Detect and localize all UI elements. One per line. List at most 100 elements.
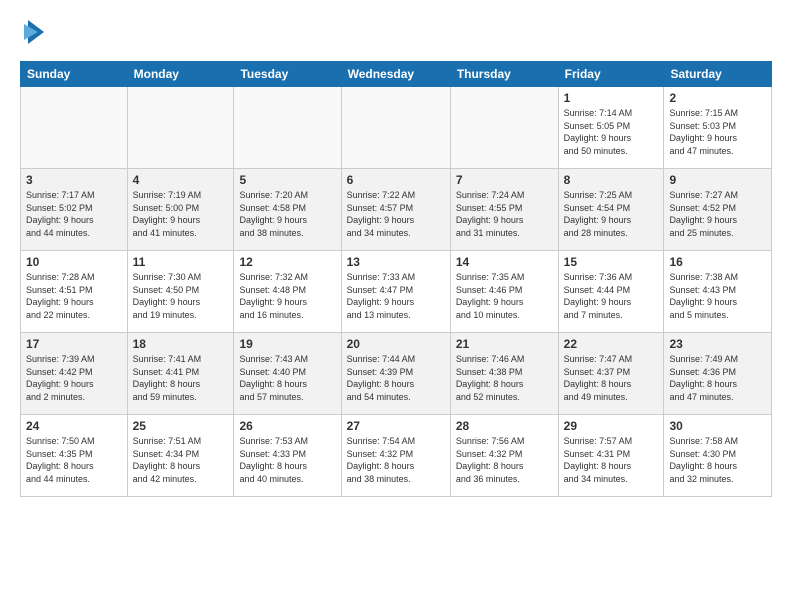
day-info: Sunrise: 7:27 AM Sunset: 4:52 PM Dayligh… [669,189,766,239]
calendar-day-cell: 16 Sunrise: 7:38 AM Sunset: 4:43 PM Dayli… [664,251,772,333]
day-number: 1 [564,91,659,105]
day-number: 4 [133,173,229,187]
calendar-day-cell: 25Sunrise: 7:51 AM Sunset: 4:34 PM Dayli… [127,415,234,497]
calendar-header-row: SundayMondayTuesdayWednesdayThursdayFrid… [21,62,772,87]
day-number: 26 [239,419,335,433]
day-info: Sunrise: 7:44 AM Sunset: 4:39 PM Dayligh… [347,353,445,403]
day-number: 7 [456,173,553,187]
day-info: Sunrise: 7:53 AM Sunset: 4:33 PM Dayligh… [239,435,335,485]
day-info: Sunrise: 7:57 AM Sunset: 4:31 PM Dayligh… [564,435,659,485]
day-info: Sunrise: 7:49 AM Sunset: 4:36 PM Dayligh… [669,353,766,403]
header [20,16,772,51]
day-number: 16 [669,255,766,269]
day-info: Sunrise: 7:30 AM Sunset: 4:50 PM Dayligh… [133,271,229,321]
calendar-week-row: 1 Sunrise: 7:14 AM Sunset: 5:05 PM Daylig… [21,87,772,169]
calendar-day-cell: 9 Sunrise: 7:27 AM Sunset: 4:52 PM Daylig… [664,169,772,251]
day-info: Sunrise: 7:19 AM Sunset: 5:00 PM Dayligh… [133,189,229,239]
day-info: Sunrise: 7:39 AM Sunset: 4:42 PM Dayligh… [26,353,122,403]
day-info: Sunrise: 7:41 AM Sunset: 4:41 PM Dayligh… [133,353,229,403]
day-number: 13 [347,255,445,269]
calendar-day-cell: 1 Sunrise: 7:14 AM Sunset: 5:05 PM Daylig… [558,87,664,169]
day-info: Sunrise: 7:32 AM Sunset: 4:48 PM Dayligh… [239,271,335,321]
calendar-day-cell: 19 Sunrise: 7:43 AM Sunset: 4:40 PM Dayli… [234,333,341,415]
calendar-day-cell [341,87,450,169]
day-info: Sunrise: 7:17 AM Sunset: 5:02 PM Dayligh… [26,189,122,239]
day-info: Sunrise: 7:14 AM Sunset: 5:05 PM Dayligh… [564,107,659,157]
day-number: 12 [239,255,335,269]
calendar-day-cell [21,87,128,169]
calendar-day-cell [234,87,341,169]
day-number: 11 [133,255,229,269]
day-number: 21 [456,337,553,351]
calendar-header-friday: Friday [558,62,664,87]
calendar-header-sunday: Sunday [21,62,128,87]
day-number: 30 [669,419,766,433]
day-number: 28 [456,419,553,433]
calendar-table: SundayMondayTuesdayWednesdayThursdayFrid… [20,61,772,497]
calendar-week-row: 24 Sunrise: 7:50 AM Sunset: 4:35 PM Dayli… [21,415,772,497]
calendar-day-cell: 17 Sunrise: 7:39 AM Sunset: 4:42 PM Dayli… [21,333,128,415]
day-info: Sunrise: 7:51 AM Sunset: 4:34 PM Dayligh… [133,435,229,485]
calendar-week-row: 3 Sunrise: 7:17 AM Sunset: 5:02 PM Daylig… [21,169,772,251]
day-number: 17 [26,337,122,351]
calendar-day-cell: 29 Sunrise: 7:57 AM Sunset: 4:31 PM Dayli… [558,415,664,497]
day-number: 5 [239,173,335,187]
day-info: Sunrise: 7:50 AM Sunset: 4:35 PM Dayligh… [26,435,122,485]
day-number: 10 [26,255,122,269]
calendar-day-cell: 14Sunrise: 7:35 AM Sunset: 4:46 PM Dayli… [450,251,558,333]
day-info: Sunrise: 7:36 AM Sunset: 4:44 PM Dayligh… [564,271,659,321]
calendar-header-monday: Monday [127,62,234,87]
day-info: Sunrise: 7:28 AM Sunset: 4:51 PM Dayligh… [26,271,122,321]
calendar-day-cell: 8Sunrise: 7:25 AM Sunset: 4:54 PM Daylig… [558,169,664,251]
calendar-day-cell: 2 Sunrise: 7:15 AM Sunset: 5:03 PM Daylig… [664,87,772,169]
calendar-day-cell: 6Sunrise: 7:22 AM Sunset: 4:57 PM Daylig… [341,169,450,251]
day-number: 14 [456,255,553,269]
day-info: Sunrise: 7:54 AM Sunset: 4:32 PM Dayligh… [347,435,445,485]
calendar-day-cell: 21Sunrise: 7:46 AM Sunset: 4:38 PM Dayli… [450,333,558,415]
day-number: 3 [26,173,122,187]
day-info: Sunrise: 7:33 AM Sunset: 4:47 PM Dayligh… [347,271,445,321]
calendar-day-cell: 13 Sunrise: 7:33 AM Sunset: 4:47 PM Dayli… [341,251,450,333]
calendar-day-cell: 10 Sunrise: 7:28 AM Sunset: 4:51 PM Dayli… [21,251,128,333]
calendar-day-cell: 7Sunrise: 7:24 AM Sunset: 4:55 PM Daylig… [450,169,558,251]
calendar-day-cell [450,87,558,169]
calendar-day-cell: 4 Sunrise: 7:19 AM Sunset: 5:00 PM Daylig… [127,169,234,251]
day-number: 27 [347,419,445,433]
day-info: Sunrise: 7:22 AM Sunset: 4:57 PM Dayligh… [347,189,445,239]
calendar-week-row: 10 Sunrise: 7:28 AM Sunset: 4:51 PM Dayli… [21,251,772,333]
day-number: 18 [133,337,229,351]
calendar-day-cell: 23Sunrise: 7:49 AM Sunset: 4:36 PM Dayli… [664,333,772,415]
day-info: Sunrise: 7:25 AM Sunset: 4:54 PM Dayligh… [564,189,659,239]
calendar-day-cell: 22 Sunrise: 7:47 AM Sunset: 4:37 PM Dayli… [558,333,664,415]
day-number: 9 [669,173,766,187]
day-number: 2 [669,91,766,105]
logo-icon [24,18,46,51]
calendar-day-cell: 11 Sunrise: 7:30 AM Sunset: 4:50 PM Dayli… [127,251,234,333]
day-info: Sunrise: 7:38 AM Sunset: 4:43 PM Dayligh… [669,271,766,321]
calendar-day-cell [127,87,234,169]
calendar-header-thursday: Thursday [450,62,558,87]
day-info: Sunrise: 7:15 AM Sunset: 5:03 PM Dayligh… [669,107,766,157]
calendar-day-cell: 12 Sunrise: 7:32 AM Sunset: 4:48 PM Dayli… [234,251,341,333]
calendar-header-wednesday: Wednesday [341,62,450,87]
calendar-week-row: 17 Sunrise: 7:39 AM Sunset: 4:42 PM Dayli… [21,333,772,415]
day-info: Sunrise: 7:58 AM Sunset: 4:30 PM Dayligh… [669,435,766,485]
day-number: 15 [564,255,659,269]
calendar-day-cell: 24 Sunrise: 7:50 AM Sunset: 4:35 PM Dayli… [21,415,128,497]
day-number: 20 [347,337,445,351]
day-number: 29 [564,419,659,433]
day-number: 24 [26,419,122,433]
logo [20,16,46,51]
calendar-day-cell: 30 Sunrise: 7:58 AM Sunset: 4:30 PM Dayli… [664,415,772,497]
day-info: Sunrise: 7:56 AM Sunset: 4:32 PM Dayligh… [456,435,553,485]
calendar-day-cell: 20 Sunrise: 7:44 AM Sunset: 4:39 PM Dayli… [341,333,450,415]
day-info: Sunrise: 7:47 AM Sunset: 4:37 PM Dayligh… [564,353,659,403]
calendar-day-cell: 26 Sunrise: 7:53 AM Sunset: 4:33 PM Dayli… [234,415,341,497]
calendar-day-cell: 28 Sunrise: 7:56 AM Sunset: 4:32 PM Dayli… [450,415,558,497]
calendar-header-saturday: Saturday [664,62,772,87]
day-number: 22 [564,337,659,351]
calendar-day-cell: 15 Sunrise: 7:36 AM Sunset: 4:44 PM Dayli… [558,251,664,333]
day-info: Sunrise: 7:43 AM Sunset: 4:40 PM Dayligh… [239,353,335,403]
day-number: 19 [239,337,335,351]
page: SundayMondayTuesdayWednesdayThursdayFrid… [0,0,792,612]
